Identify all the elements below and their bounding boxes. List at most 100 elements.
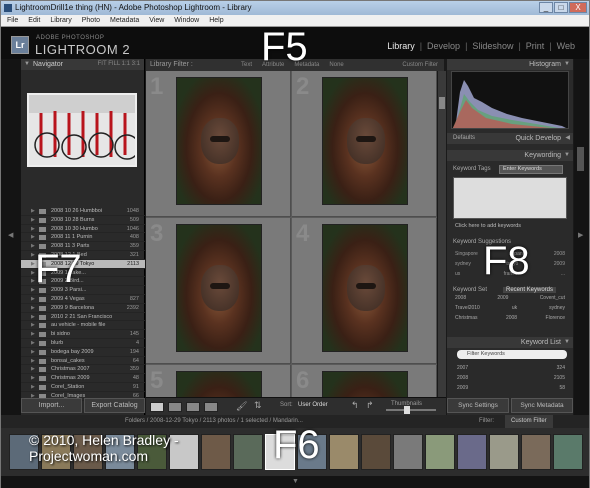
expand-triangle-icon[interactable]: ▶ xyxy=(31,383,35,392)
right-panel-scrollbar[interactable] xyxy=(577,147,584,171)
right-panel-toggle-icon[interactable]: ▶ xyxy=(578,231,583,239)
expand-triangle-icon[interactable]: ▶ xyxy=(31,225,35,234)
keyword-set-item[interactable]: Christmas xyxy=(455,315,478,325)
keyword-list-row[interactable]: 2008 2105 xyxy=(453,375,569,385)
quick-develop-header[interactable]: Defaults Quick Develop ◀ xyxy=(447,133,573,144)
histogram-header[interactable]: Histogram ▼ xyxy=(447,59,573,70)
expand-triangle-icon[interactable]: ▶ xyxy=(31,233,35,242)
filmstrip-thumbnail[interactable] xyxy=(393,434,423,470)
slider-handle[interactable] xyxy=(404,406,410,414)
menu-library[interactable]: Library xyxy=(50,15,71,26)
expand-triangle-icon[interactable]: ▶ xyxy=(31,216,35,225)
folder-row[interactable]: ▶ bonsai_cakes 64 xyxy=(21,357,145,366)
filmstrip-thumbnail[interactable] xyxy=(489,434,519,470)
folder-row[interactable]: ▶ 2008 11 1 Purnin 408 xyxy=(21,233,145,243)
menu-help[interactable]: Help xyxy=(209,15,223,26)
keyword-tags-dropdown[interactable]: Enter Keywords xyxy=(499,165,563,174)
filmstrip-thumbnail[interactable] xyxy=(329,434,359,470)
menu-metadata[interactable]: Metadata xyxy=(110,15,139,26)
keyword-set-dropdown[interactable]: Recent Keywords xyxy=(503,287,557,293)
left-panel-toggle-icon[interactable]: ◀ xyxy=(8,231,13,239)
expand-triangle-icon[interactable]: ▶ xyxy=(31,357,35,366)
folder-row[interactable]: ▶ blurb 4 xyxy=(21,339,145,348)
expand-triangle-icon[interactable]: ▶ xyxy=(31,365,35,374)
suggestion[interactable]: us xyxy=(455,271,460,281)
keyword-tags-field[interactable] xyxy=(453,177,567,219)
keywording-header[interactable]: Keywording ▼ xyxy=(447,150,573,161)
keyword-set-item[interactable]: Travel2010 xyxy=(455,305,480,315)
rotate-left-icon[interactable]: ↰ xyxy=(351,400,359,411)
folder-row[interactable]: ▶ Christmas 2007 359 xyxy=(21,365,145,375)
filmstrip-filter-dropdown[interactable]: Custom Filter xyxy=(505,415,553,428)
keyword-list-row[interactable]: 2007 324 xyxy=(453,365,569,375)
suggestion[interactable]: 2009 xyxy=(554,261,565,271)
orangutan-photo[interactable] xyxy=(322,371,408,397)
menu-window[interactable]: Window xyxy=(174,15,199,26)
orangutan-photo[interactable] xyxy=(322,224,408,352)
spray-can-icon[interactable]: 🖌 xyxy=(236,401,247,412)
export-catalog-button[interactable]: Export Catalog xyxy=(84,398,145,413)
filmstrip-thumbnail[interactable] xyxy=(521,434,551,470)
keyword-set-item[interactable]: uk xyxy=(512,305,517,315)
folder-row[interactable]: ▶ bodega bay 2009 194 xyxy=(21,348,145,357)
defaults-dropdown[interactable]: Defaults xyxy=(453,133,475,144)
filmstrip-thumbnail[interactable] xyxy=(553,434,583,470)
folder-row[interactable]: ▶ au vehicle - mobile file xyxy=(21,321,145,331)
folder-row[interactable]: ▶ 2009 4 Vegas 827 xyxy=(21,295,145,304)
folder-row[interactable]: ▶ Corel_Station 91 xyxy=(21,383,145,392)
orangutan-photo[interactable] xyxy=(176,77,262,205)
orangutan-photo[interactable] xyxy=(176,371,262,397)
suggestion[interactable]: ... xyxy=(561,271,565,281)
module-develop[interactable]: Develop xyxy=(427,41,460,51)
folder-row[interactable]: ▶ 2009 9 Barcelona 2392 xyxy=(21,304,145,313)
folder-row[interactable]: ▶ 2008 10 26 Humbboi 1048 xyxy=(21,207,145,216)
keyword-list-row[interactable]: 2009 58 xyxy=(453,385,569,395)
survey-view-button[interactable] xyxy=(204,402,218,412)
filmstrip-toggle-icon[interactable]: ▼ xyxy=(292,478,299,485)
filmstrip-thumbnail[interactable] xyxy=(233,434,263,470)
grid-cell[interactable]: 6 xyxy=(292,365,437,397)
expand-triangle-icon[interactable]: ▶ xyxy=(31,330,35,339)
close-button[interactable]: X xyxy=(569,2,587,13)
keyword-set-item[interactable]: 2008 xyxy=(506,315,517,325)
filter-text[interactable]: Text xyxy=(241,59,252,71)
keyword-set-item[interactable]: Covent_cut xyxy=(540,295,565,305)
keyword-set-item[interactable]: 2009 xyxy=(497,295,508,305)
expand-triangle-icon[interactable]: ▶ xyxy=(31,304,35,313)
add-keywords-hint[interactable]: Click here to add keywords xyxy=(455,223,521,229)
folder-row[interactable]: ▶ bi sidno 145 xyxy=(21,330,145,339)
expand-triangle-icon[interactable]: ▶ xyxy=(31,295,35,304)
expand-triangle-icon[interactable]: ▶ xyxy=(31,207,35,216)
module-library[interactable]: Library xyxy=(387,41,415,51)
folder-row[interactable]: ▶ 2010 2 21 San Francisco xyxy=(21,313,145,322)
filmstrip-thumbnail[interactable] xyxy=(425,434,455,470)
minimize-button[interactable]: _ xyxy=(539,2,553,13)
import-button[interactable]: Import... xyxy=(21,398,82,413)
grid-cell[interactable]: 1 xyxy=(146,71,291,217)
custom-filter-dropdown[interactable]: Custom Filter xyxy=(402,59,438,71)
grid-scrollbar[interactable] xyxy=(438,71,446,397)
suggestion[interactable]: Singapore xyxy=(455,251,478,261)
folder-row[interactable]: ▶ 2008 10 30 Humbo 1046 xyxy=(21,225,145,234)
module-slideshow[interactable]: Slideshow xyxy=(472,41,513,51)
navigator-preview[interactable] xyxy=(27,93,137,167)
grid-view-button[interactable] xyxy=(150,402,164,412)
rotate-right-icon[interactable]: ↱ xyxy=(366,400,374,411)
thumbnail-size-slider[interactable] xyxy=(386,406,436,414)
sync-settings-button[interactable]: Sync Settings xyxy=(447,398,509,413)
compare-view-button[interactable] xyxy=(186,402,200,412)
suggestion[interactable]: 2008 xyxy=(554,251,565,261)
grid-cell[interactable]: 2 xyxy=(292,71,437,217)
folder-row[interactable]: ▶ Christmas 2009 48 xyxy=(21,374,145,383)
scrollbar-thumb[interactable] xyxy=(439,97,445,109)
grid-cell[interactable]: 3 xyxy=(146,218,291,364)
module-web[interactable]: Web xyxy=(557,41,575,51)
filmstrip-thumbnail[interactable] xyxy=(361,434,391,470)
expand-triangle-icon[interactable]: ▶ xyxy=(31,321,35,330)
navigator-zoom-options[interactable]: FIT FILL 1:1 3:1 xyxy=(98,59,140,70)
grid-cell[interactable]: 4 xyxy=(292,218,437,364)
folder-row[interactable]: ▶ 2008 10 28 Burns 509 xyxy=(21,216,145,225)
expand-triangle-icon[interactable]: ▶ xyxy=(31,374,35,383)
orangutan-photo[interactable] xyxy=(322,77,408,205)
module-print[interactable]: Print xyxy=(526,41,545,51)
